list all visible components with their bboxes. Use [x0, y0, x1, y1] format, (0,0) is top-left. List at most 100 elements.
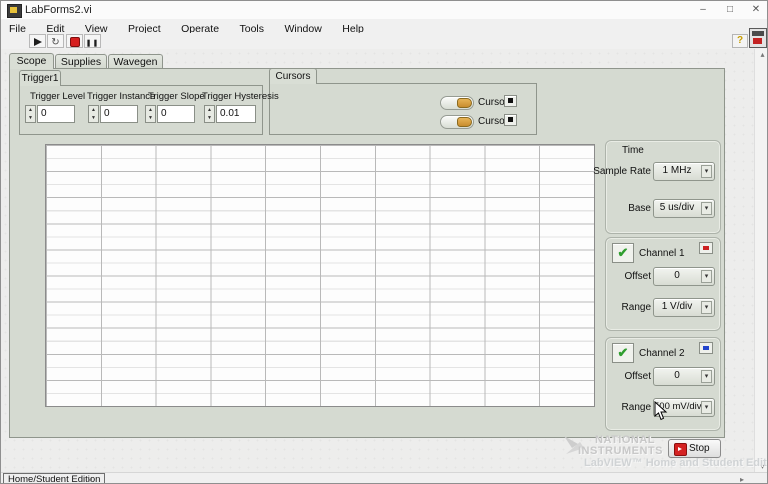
channel1-color-swatch	[703, 246, 709, 250]
dropdown-arrow-icon[interactable]: ▾	[701, 270, 712, 283]
cursor1-toggle[interactable]	[440, 96, 474, 110]
channel1-group: ✔ Channel 1 Offset 0 ▾ Range 1 V/div ▾	[605, 237, 721, 331]
trigger-instance-label: Trigger Instance	[87, 91, 156, 102]
time-group: Time Sample Rate 1 MHz ▾ Base 5 us/div ▾	[593, 140, 721, 234]
tab-cursors[interactable]: Cursors	[269, 68, 317, 84]
run-button[interactable]	[29, 34, 46, 48]
titlebar: LabForms2.vi – □ ✕	[1, 1, 767, 20]
scope-plot-area	[45, 144, 595, 407]
channel1-enable-checkbox[interactable]: ✔	[612, 243, 634, 263]
channel1-range-label: Range	[621, 302, 651, 313]
spin-down-icon[interactable]: ▼	[26, 114, 35, 122]
channel1-offset-value: 0	[674, 270, 680, 281]
channel2-range-value: 500 mV/div	[654, 401, 702, 412]
channel2-offset-dropdown[interactable]: 0 ▾	[653, 367, 715, 386]
time-group-title: Time	[622, 145, 644, 156]
trigger-instance-spinner[interactable]: ▲ ▼	[88, 105, 99, 123]
channel2-color-button[interactable]	[699, 342, 713, 354]
channel2-color-swatch	[703, 346, 709, 350]
watermark-tagline: LabVIEW™ Home and Student Edition	[584, 457, 768, 469]
tab-wavegen[interactable]: Wavegen	[108, 54, 163, 69]
channel2-enable-checkbox[interactable]: ✔	[612, 343, 634, 363]
spin-down-icon[interactable]: ▼	[146, 114, 155, 122]
labview-window: LabForms2.vi – □ ✕ File Edit View Projec…	[0, 0, 768, 484]
channel1-offset-label: Offset	[624, 271, 652, 282]
spin-up-icon[interactable]: ▲	[26, 106, 35, 114]
channel2-range-dropdown[interactable]: 500 mV/div ▾	[653, 398, 715, 417]
channel2-range-label: Range	[621, 402, 651, 413]
channel2-offset-value: 0	[674, 370, 680, 381]
tab-scope[interactable]: Scope	[9, 53, 54, 69]
channel1-offset-dropdown[interactable]: 0 ▾	[653, 267, 715, 286]
spin-down-icon[interactable]: ▼	[205, 114, 214, 122]
cursor1-knob-icon	[457, 98, 472, 108]
menubar: File Edit View Project Operate Tools Win…	[1, 19, 767, 35]
trigger-slope-label: Trigger Slope	[148, 91, 205, 102]
scroll-right-icon[interactable]: ▸	[737, 475, 747, 483]
dropdown-arrow-icon[interactable]: ▾	[701, 165, 712, 178]
dropdown-arrow-icon[interactable]: ▾	[701, 401, 712, 414]
channel1-range-dropdown[interactable]: 1 V/div ▾	[653, 298, 715, 317]
stop-label: Stop	[689, 443, 710, 454]
vi-icon[interactable]	[749, 28, 767, 48]
spin-up-icon[interactable]: ▲	[205, 106, 214, 114]
trigger-slope-field[interactable]: 0	[157, 105, 195, 123]
run-continuously-button[interactable]: ↻	[47, 34, 64, 48]
watermark-instruments: INSTRUMENTS	[578, 445, 663, 457]
trigger-hysteresis-control[interactable]: ▲ ▼ 0.01	[204, 105, 256, 123]
sample-rate-value: 1 MHz	[662, 165, 692, 176]
spin-down-icon[interactable]: ▼	[89, 114, 98, 122]
cursor2-knob-icon	[457, 117, 472, 127]
cursor2-color-swatch	[508, 117, 513, 122]
spin-up-icon[interactable]: ▲	[146, 106, 155, 114]
sample-rate-dropdown[interactable]: 1 MHz ▾	[653, 162, 715, 181]
minimize-icon[interactable]: –	[691, 1, 715, 18]
pause-icon: ❚❚	[85, 40, 100, 47]
base-value: 5 us/div	[659, 202, 695, 213]
trigger-slope-control[interactable]: ▲ ▼ 0	[145, 105, 195, 123]
trigger-hysteresis-spinner[interactable]: ▲ ▼	[204, 105, 215, 123]
cursor2-toggle[interactable]	[440, 115, 474, 129]
tab-supplies[interactable]: Supplies	[55, 54, 107, 69]
cursor1-color-button[interactable]	[504, 95, 517, 107]
horizontal-scrollbar[interactable]: Home/Student Edition ◂ ▸	[1, 472, 767, 483]
close-icon[interactable]: ✕	[744, 1, 767, 18]
trigger-instance-field[interactable]: 0	[100, 105, 138, 123]
scroll-left-icon[interactable]: ◂	[85, 475, 95, 483]
trigger-hysteresis-label: Trigger Hysteresis	[202, 91, 279, 102]
trigger-level-control[interactable]: ▲ ▼ 0	[25, 105, 75, 123]
maximize-icon[interactable]: □	[718, 1, 742, 18]
trigger-slope-spinner[interactable]: ▲ ▼	[145, 105, 156, 123]
trigger-level-spinner[interactable]: ▲ ▼	[25, 105, 36, 123]
cursor2-color-button[interactable]	[504, 114, 517, 126]
trigger-instance-control[interactable]: ▲ ▼ 0	[88, 105, 138, 123]
trigger-hysteresis-field[interactable]: 0.01	[216, 105, 256, 123]
base-label: Base	[628, 203, 651, 214]
channel1-title: Channel 1	[639, 248, 685, 259]
run-icon	[33, 38, 42, 46]
toolbar: ↻ ❚❚	[1, 33, 767, 50]
sample-rate-label: Sample Rate	[593, 166, 651, 177]
context-help-button[interactable]: ?	[732, 34, 748, 48]
vertical-scrollbar[interactable]: ▴ ▾	[754, 49, 767, 472]
dropdown-arrow-icon[interactable]: ▾	[701, 370, 712, 383]
window-title: LabForms2.vi	[25, 4, 92, 16]
channel2-group: ✔ Channel 2 Offset 0 ▾ Range 500 mV/div …	[605, 337, 721, 431]
channel2-offset-label: Offset	[624, 371, 652, 382]
abort-icon	[69, 37, 80, 47]
channel2-title: Channel 2	[639, 348, 685, 359]
spin-up-icon[interactable]: ▲	[89, 106, 98, 114]
base-dropdown[interactable]: 5 us/div ▾	[653, 199, 715, 218]
run-continuously-icon: ↻	[51, 37, 60, 48]
channel1-color-button[interactable]	[699, 242, 713, 254]
trigger-level-field[interactable]: 0	[37, 105, 75, 123]
channel1-range-value: 1 V/div	[661, 301, 693, 312]
abort-button[interactable]	[66, 34, 83, 48]
pause-button[interactable]: ❚❚	[84, 34, 101, 48]
tab-trigger1[interactable]: Trigger1	[19, 70, 61, 86]
stop-icon	[674, 443, 687, 456]
scroll-up-icon[interactable]: ▴	[755, 50, 767, 59]
stop-button[interactable]: Stop	[668, 439, 721, 458]
dropdown-arrow-icon[interactable]: ▾	[701, 301, 712, 314]
dropdown-arrow-icon[interactable]: ▾	[701, 202, 712, 215]
